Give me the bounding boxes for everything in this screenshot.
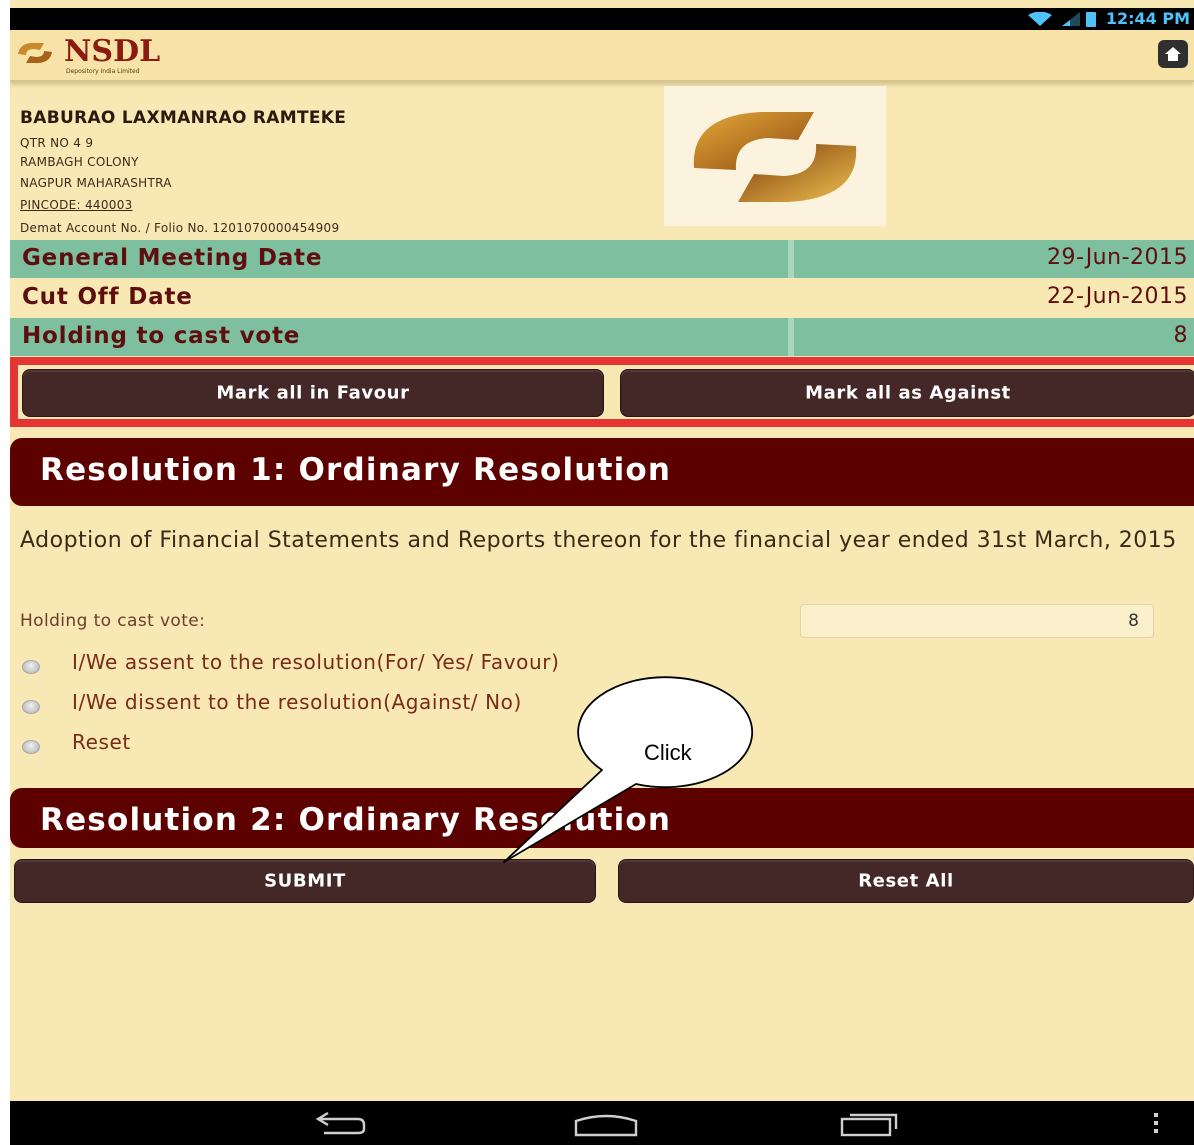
- holding-label: Holding to cast vote: [22, 323, 301, 349]
- reset-all-label: Reset All: [858, 870, 954, 892]
- nsdl-emblem: [664, 86, 886, 226]
- resolution-2-title: Resolution 2: Ordinary Resolution: [40, 802, 672, 838]
- assent-option[interactable]: I/We assent to the resolution(For/ Yes/ …: [20, 650, 920, 680]
- cut-off-date-value: 22-Jun-2015: [1047, 284, 1188, 309]
- holding-row: Holding to cast vote 8: [10, 318, 1194, 356]
- home-nav-icon[interactable]: [570, 1109, 642, 1137]
- dissent-option[interactable]: I/We dissent to the resolution(Against/ …: [20, 690, 920, 720]
- reset-label: Reset: [72, 730, 131, 754]
- nsdl-logo-mark-icon: [18, 42, 52, 64]
- cut-off-date-label: Cut Off Date: [22, 284, 193, 310]
- submit-label: SUBMIT: [264, 870, 346, 892]
- home-icon: [1165, 47, 1181, 61]
- account-holder-name: BABURAO LAXMANRAO RAMTEKE: [20, 108, 347, 128]
- reset-option[interactable]: Reset: [20, 730, 920, 760]
- wifi-icon: [1028, 12, 1052, 26]
- mark-all-section: Mark all in Favour Mark all as Against: [10, 357, 1194, 427]
- mark-all-against-label: Mark all as Against: [805, 382, 1011, 404]
- status-time: 12:44 PM: [1105, 9, 1190, 28]
- mark-all-against-button[interactable]: Mark all as Against: [620, 369, 1194, 417]
- logo-text: NSDL: [64, 34, 161, 69]
- holding-to-cast-vote-field[interactable]: [800, 604, 1154, 638]
- general-meeting-date-row: General Meeting Date 29-Jun-2015: [10, 240, 1194, 278]
- status-icons: [1028, 10, 1104, 28]
- signal-icon: [1062, 12, 1080, 26]
- account-details: BABURAO LAXMANRAO RAMTEKE QTR NO 4 9 RAM…: [10, 84, 1194, 240]
- nsdl-logo: NSDL Depository India Limited: [14, 34, 234, 76]
- general-meeting-date-label: General Meeting Date: [22, 245, 323, 271]
- resolution-1-description: Adoption of Financial Statements and Rep…: [20, 528, 1177, 553]
- resolution-2-header[interactable]: Resolution 2: Ordinary Resolution: [10, 788, 1194, 848]
- row-divider: [788, 318, 794, 356]
- cut-off-date-row: Cut Off Date 22-Jun-2015: [10, 279, 1194, 317]
- address-line-2: RAMBAGH COLONY: [20, 155, 139, 169]
- demat-account-number: Demat Account No. / Folio No. 1201070000…: [20, 221, 340, 235]
- resolution-1-header[interactable]: Resolution 1: Ordinary Resolution: [10, 438, 1194, 506]
- logo-tagline: Depository India Limited: [66, 68, 140, 75]
- mark-all-favour-button[interactable]: Mark all in Favour: [22, 369, 604, 417]
- pincode: PINCODE: 440003: [20, 198, 133, 212]
- general-meeting-date-value: 29-Jun-2015: [1047, 245, 1188, 270]
- assent-label: I/We assent to the resolution(For/ Yes/ …: [72, 650, 560, 674]
- screenshot-border: [0, 0, 10, 1145]
- holding-to-cast-vote-label: Holding to cast vote:: [20, 611, 206, 631]
- row-divider: [788, 240, 794, 278]
- back-icon[interactable]: [310, 1109, 370, 1137]
- android-nav-bar: [10, 1101, 1194, 1145]
- dissent-radio[interactable]: [22, 700, 40, 714]
- status-bar: 12:44 PM: [10, 8, 1194, 30]
- form-actions: SUBMIT Reset All: [10, 855, 1194, 905]
- holding-value: 8: [1173, 323, 1188, 348]
- screen: 12:44 PM NSDL Depository India Limited B…: [0, 0, 1194, 1145]
- resolution-1-title: Resolution 1: Ordinary Resolution: [40, 452, 672, 488]
- recent-apps-icon[interactable]: [836, 1109, 900, 1137]
- app-header: NSDL Depository India Limited: [10, 30, 1194, 82]
- assent-radio[interactable]: [22, 660, 40, 674]
- address-line-1: QTR NO 4 9: [20, 136, 94, 150]
- mark-all-inner: Mark all in Favour Mark all as Against: [18, 365, 1194, 419]
- dissent-label: I/We dissent to the resolution(Against/ …: [72, 690, 522, 714]
- reset-all-button[interactable]: Reset All: [618, 859, 1194, 903]
- overflow-menu-icon[interactable]: [1150, 1109, 1162, 1137]
- callout-text: Click: [644, 740, 692, 765]
- submit-button[interactable]: SUBMIT: [14, 859, 596, 903]
- mark-all-favour-label: Mark all in Favour: [216, 382, 410, 404]
- reset-radio[interactable]: [22, 740, 40, 754]
- nsdl-emblem-icon: [693, 112, 857, 202]
- home-button[interactable]: [1158, 40, 1188, 68]
- address-line-3: NAGPUR MAHARASHTRA: [20, 176, 172, 190]
- battery-icon: [1086, 12, 1096, 27]
